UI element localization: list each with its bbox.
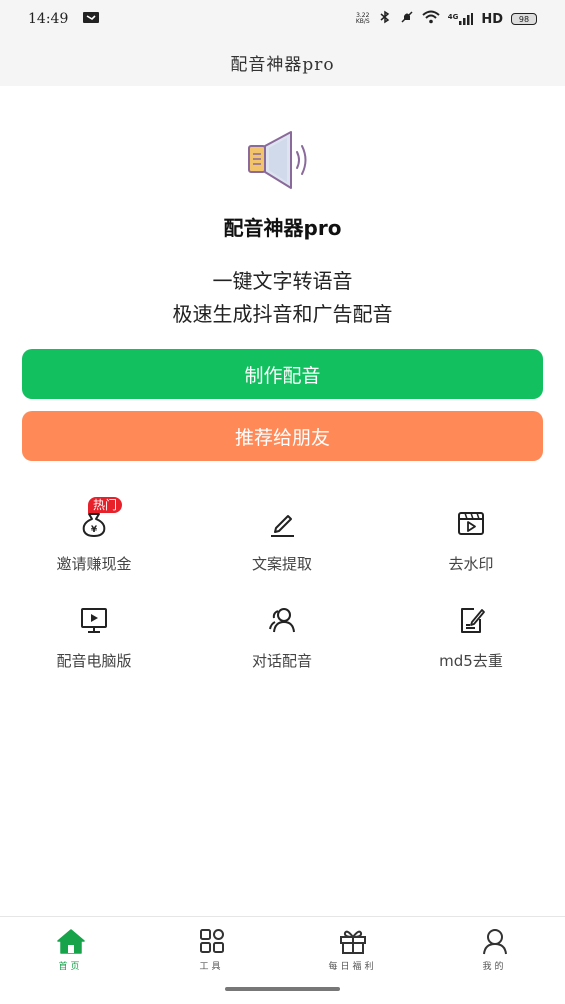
bluetooth-icon: [378, 10, 392, 28]
grid-item-dialogue-dubbing[interactable]: 对话配音: [188, 602, 376, 682]
grid-label-remove-watermark: 去水印: [448, 555, 494, 573]
users-icon: [264, 602, 300, 638]
tab-daily-bonus[interactable]: 每日福利: [282, 925, 423, 972]
grid-item-invite-cash[interactable]: ¥ 热门 邀请赚现金: [0, 497, 188, 585]
svg-text:¥: ¥: [91, 525, 98, 535]
header-title: 配音神器pro: [230, 54, 335, 75]
video-clapper-icon: [453, 505, 489, 541]
tab-label-daily-bonus: 每日福利: [328, 962, 377, 972]
mute-icon: [400, 10, 414, 28]
app-name: 配音神器pro: [223, 216, 342, 240]
tab-label-tools: 工具: [199, 962, 224, 972]
signal-icon: 4G: [448, 13, 474, 25]
net-speed: 3.22 KB/S: [356, 13, 370, 25]
grid-label-desktop-version: 配音电脑版: [56, 652, 132, 670]
pen-icon: [264, 505, 300, 541]
grid-label-copy-extract: 文案提取: [251, 555, 312, 573]
home-indicator: [225, 987, 340, 991]
tab-profile[interactable]: 我的: [424, 925, 565, 972]
user-icon: [479, 925, 511, 957]
app-header: 配音神器pro: [0, 38, 565, 86]
signal-type: 4G: [447, 13, 459, 21]
edit-doc-icon: [453, 602, 489, 638]
grid-label-md5-dedupe: md5去重: [439, 652, 503, 670]
grid-item-copy-extract[interactable]: 文案提取: [188, 505, 376, 585]
wifi-icon: [422, 10, 440, 28]
hd-indicator: HD: [481, 11, 503, 27]
status-bar: 14:49 3.22 KB/S 4G HD 98: [0, 0, 565, 38]
tab-tools[interactable]: 工具: [141, 925, 282, 972]
tab-label-home: 首页: [58, 962, 83, 972]
grid-label-dialogue-dubbing: 对话配音: [251, 652, 312, 670]
status-time: 14:49: [28, 11, 69, 27]
net-speed-unit: KB/S: [355, 18, 370, 25]
grid-icon: [196, 925, 228, 957]
home-icon: [55, 925, 87, 957]
tab-label-profile: 我的: [482, 962, 507, 972]
tab-home[interactable]: 首页: [0, 925, 141, 972]
gift-icon: [337, 925, 369, 957]
notification-icon: [82, 11, 100, 28]
battery-icon: 98: [511, 13, 537, 25]
hot-badge: 热门: [88, 497, 123, 513]
grid-item-desktop-version[interactable]: 配音电脑版: [0, 602, 188, 682]
slogan-line-1: 一键文字转语音: [212, 269, 353, 293]
grid-item-remove-watermark[interactable]: 去水印: [377, 505, 565, 585]
monitor-play-icon: [76, 602, 112, 638]
make-dubbing-button[interactable]: 制作配音: [22, 349, 543, 399]
slogan-line-2: 极速生成抖音和广告配音: [172, 302, 393, 326]
grid-item-md5-dedupe[interactable]: md5去重: [377, 602, 565, 682]
money-bag-icon: ¥ 热门: [76, 497, 123, 541]
share-friends-button[interactable]: 推荐给朋友: [22, 411, 543, 461]
grid-label-invite-cash: 邀请赚现金: [56, 555, 132, 573]
speaker-logo-icon: [243, 126, 315, 194]
